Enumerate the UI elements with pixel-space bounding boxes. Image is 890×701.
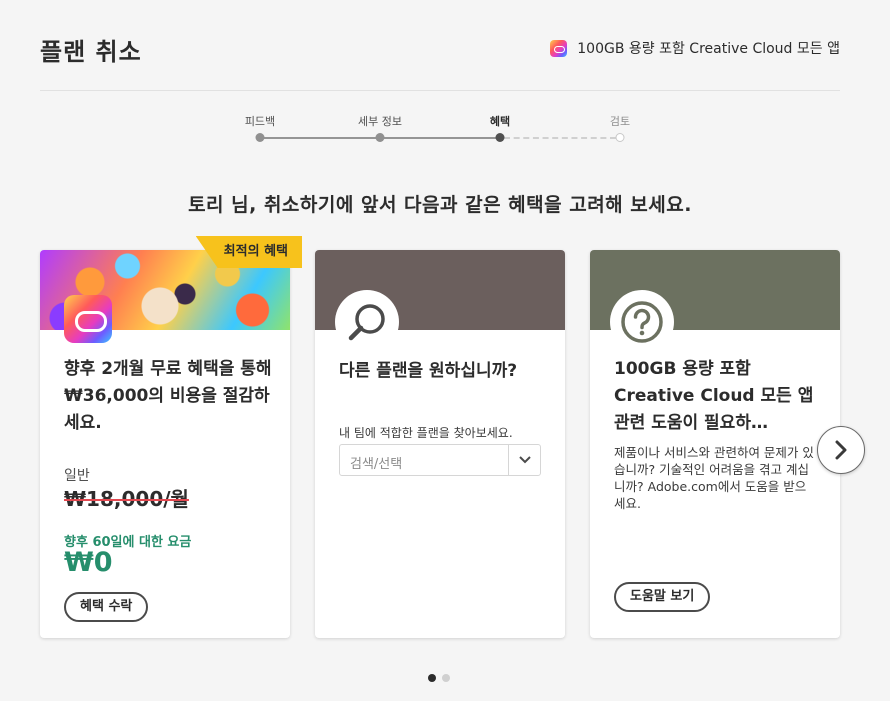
step-label-offers: 혜택 <box>489 115 511 128</box>
plan-search-select[interactable]: 검색/선택 <box>339 444 541 476</box>
step-label-feedback: 피드백 <box>244 115 276 128</box>
creative-cloud-icon <box>550 39 568 57</box>
offer-title: 향후 2개월 무료 혜택을 통해 ₩36,000의 비용을 절감하세요. <box>64 359 272 433</box>
step-line <box>384 137 496 139</box>
carousel-next-button[interactable] <box>817 426 865 474</box>
regular-price-label: 일반 <box>64 468 90 484</box>
step-line <box>264 137 376 139</box>
offer-card-free-months: 최적의 혜택 향후 2개월 무료 혜택을 통해 ₩36,000의 비용을 절감하… <box>40 236 302 638</box>
plan-name-label: 100GB 용량 포함 Creative Cloud 모든 앱 <box>577 41 840 57</box>
page-title: 플랜 취소 <box>40 38 142 66</box>
progress-stepper: 피드백 세부 정보 혜택 검토 <box>240 110 640 150</box>
search-icon <box>335 290 399 354</box>
step-label-review: 검토 <box>609 115 631 128</box>
step-line-pending <box>504 137 616 139</box>
question-icon <box>610 290 674 354</box>
step-dot-details <box>375 133 385 142</box>
promo-price: ₩0 <box>64 547 113 578</box>
carousel-dot-2[interactable] <box>442 674 450 682</box>
step-dot-review <box>615 133 625 142</box>
chevron-down-icon[interactable] <box>508 445 540 475</box>
header-divider <box>40 90 840 91</box>
view-help-button[interactable]: 도움말 보기 <box>614 582 711 612</box>
plan-search-placeholder: 검색/선택 <box>350 457 403 472</box>
plan-name: 100GB 용량 포함 Creative Cloud 모든 앱 <box>550 38 840 58</box>
step-dot-offers <box>495 133 505 142</box>
other-plans-title: 다른 플랜을 원하십니까? <box>339 361 518 381</box>
chevron-right-icon <box>835 440 847 460</box>
other-plans-hint: 내 팀에 적합한 플랜을 찾아보세요. <box>339 426 513 440</box>
help-description: 제품이나 서비스와 관련하여 문제가 있습니까? 기술적인 어려움을 겪고 계십… <box>614 445 814 511</box>
regular-price: ₩18,000/월 <box>64 487 189 511</box>
help-card: 100GB 용량 포함 Creative Cloud 모든 앱 관련 도움이 필… <box>590 250 840 638</box>
page-header: 플랜 취소 100GB 용량 포함 Creative Cloud 모든 앱 <box>40 30 840 90</box>
help-title: 100GB 용량 포함 Creative Cloud 모든 앱 관련 도움이 필… <box>614 359 814 433</box>
offers-headline: 토리 님, 취소하기에 앞서 다음과 같은 혜택을 고려해 보세요. <box>188 194 692 216</box>
other-plans-card: 다른 플랜을 원하십니까? 내 팀에 적합한 플랜을 찾아보세요. 검색/선택 <box>315 250 565 638</box>
step-label-details: 세부 정보 <box>358 115 402 128</box>
carousel-pagination <box>428 674 450 682</box>
carousel-dot-1[interactable] <box>428 674 436 682</box>
creative-cloud-icon <box>64 295 112 343</box>
step-dot-feedback <box>255 133 265 142</box>
accept-offer-button[interactable]: 혜택 수락 <box>64 592 149 622</box>
